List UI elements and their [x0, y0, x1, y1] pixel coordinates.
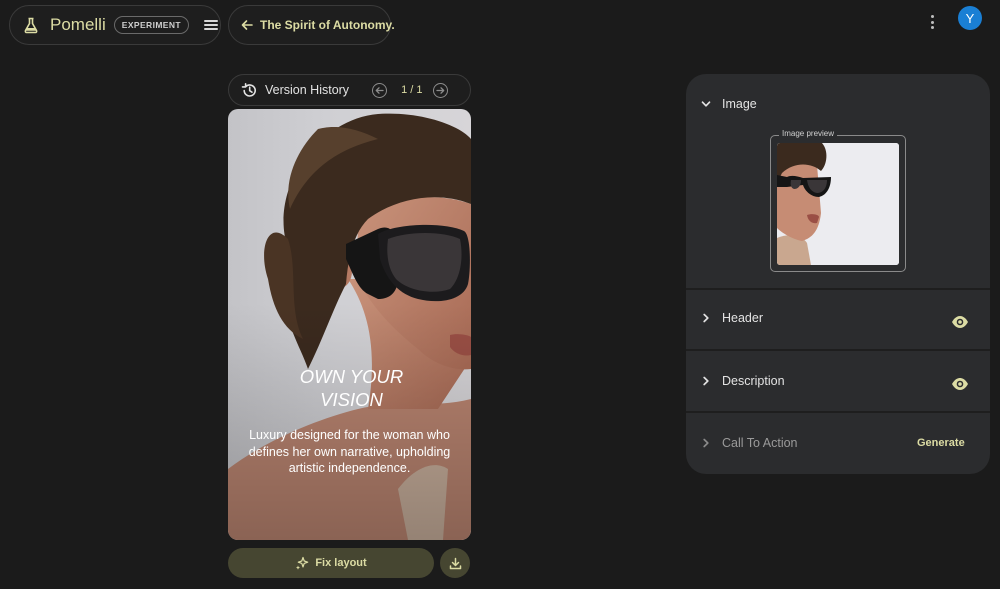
- image-preview[interactable]: Image preview: [770, 129, 906, 272]
- brand-pill: Pomelli EXPERIMENT: [9, 5, 221, 45]
- generate-button[interactable]: Generate: [917, 437, 965, 449]
- image-preview-label: Image preview: [779, 129, 838, 138]
- back-button[interactable]: The Spirit of Autonomy.: [228, 5, 395, 45]
- more-options-icon[interactable]: [928, 13, 936, 31]
- fix-layout-label: Fix layout: [315, 557, 367, 569]
- menu-icon[interactable]: [203, 18, 219, 32]
- sparkle-icon: [295, 556, 309, 570]
- section-description-title[interactable]: Description: [722, 374, 785, 388]
- section-header-title[interactable]: Header: [722, 311, 763, 325]
- section-cta-title[interactable]: Call To Action: [722, 436, 798, 450]
- section-image-title[interactable]: Image: [722, 97, 757, 111]
- chevron-down-icon[interactable]: [701, 99, 711, 109]
- eye-icon[interactable]: [951, 377, 969, 391]
- creative-preview: OWN YOUR VISION Luxury designed for the …: [228, 109, 471, 540]
- history-icon: [241, 82, 258, 99]
- download-icon: [449, 557, 461, 569]
- creative-headline: OWN YOUR VISION: [299, 366, 404, 410]
- creative-description: Luxury designed for the woman who define…: [248, 428, 451, 475]
- section-divider: [686, 288, 990, 290]
- version-history-bar: Version History 1 / 1: [228, 74, 471, 106]
- properties-panel: Image Image preview Header Description C…: [686, 74, 990, 474]
- brand-name: Pomelli: [50, 15, 106, 34]
- avatar[interactable]: Y: [958, 6, 982, 30]
- flask-icon: [22, 16, 40, 34]
- download-button[interactable]: [440, 548, 470, 578]
- version-counter: 1 / 1: [401, 84, 423, 96]
- eye-icon[interactable]: [951, 315, 969, 329]
- fix-layout-button[interactable]: Fix layout: [228, 548, 434, 578]
- arrow-left-icon: [241, 19, 253, 31]
- section-divider: [686, 411, 990, 413]
- version-history-label: Version History: [265, 83, 350, 97]
- chevron-right-icon[interactable]: [701, 438, 711, 448]
- previous-version-button[interactable]: [372, 82, 388, 98]
- chevron-right-icon[interactable]: [701, 376, 711, 386]
- experiment-badge: EXPERIMENT: [113, 16, 190, 34]
- image-thumbnail: [777, 143, 899, 265]
- chevron-right-icon[interactable]: [701, 313, 711, 323]
- section-divider: [686, 349, 990, 351]
- next-version-button[interactable]: [433, 82, 449, 98]
- back-label: The Spirit of Autonomy.: [260, 18, 395, 32]
